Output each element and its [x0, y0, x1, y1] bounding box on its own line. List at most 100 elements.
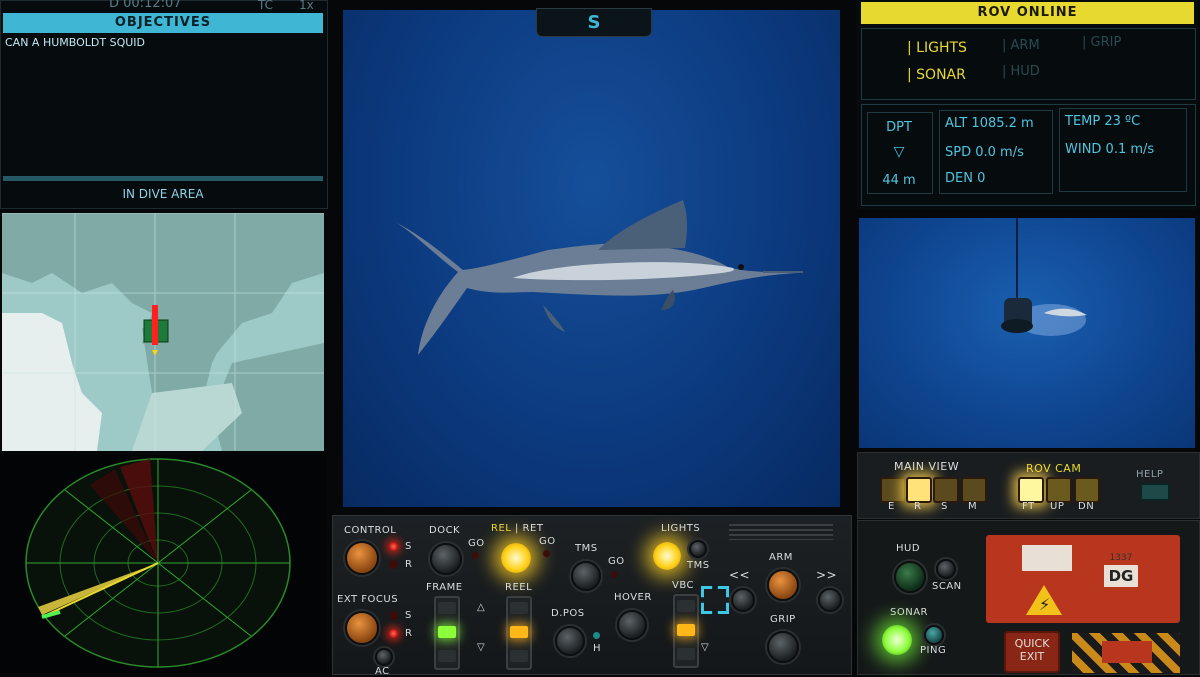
hover-label: HOVER: [614, 592, 652, 603]
warning-plate: 1337 DG ⚡: [986, 535, 1180, 623]
sonar-button[interactable]: [882, 625, 912, 655]
view-switch-panel: MAIN VIEW E R S M ROV CAM FT UP DN HELP: [857, 452, 1200, 519]
forward-label: >>: [816, 568, 838, 582]
reticle-knob[interactable]: [731, 588, 755, 612]
ping-knob[interactable]: [924, 625, 944, 645]
tc-label: TC: [258, 0, 274, 12]
rov-cam-image: [1001, 218, 1087, 336]
focus-s-lamp: [389, 611, 398, 620]
main-view-label: MAIN VIEW: [894, 460, 960, 473]
speaker-grille: [729, 524, 833, 540]
sonar-panel: [0, 455, 326, 673]
frame-up-icon: △: [477, 602, 486, 613]
arm-label: ARM: [769, 552, 793, 563]
dpos-label: D.POS: [551, 608, 585, 619]
vbc-down-icon: ▽: [701, 642, 710, 653]
scan-knob[interactable]: [936, 559, 956, 579]
counter-display: 1337: [1109, 553, 1133, 563]
mode-grip[interactable]: | GRIP: [1082, 35, 1121, 50]
speed: SPD 0.0 m/s: [945, 145, 1024, 160]
sonar-display: [25, 458, 291, 668]
mode-lights[interactable]: | LIGHTS: [907, 40, 967, 56]
forward-knob[interactable]: [818, 588, 842, 612]
control-s-label: S: [405, 541, 412, 552]
focus-r-lamp: [389, 629, 398, 638]
ext-focus-label: EXT FOCUS: [337, 594, 399, 605]
objective-item: CAN A HUMBOLDT SQUID: [5, 36, 145, 49]
dock-knob[interactable]: [430, 543, 462, 575]
target-reticle-icon: [701, 586, 729, 614]
depth-label: DPT: [886, 120, 912, 135]
rov-cam-dn-button[interactable]: [1074, 477, 1100, 503]
dpos-h-label: H: [593, 643, 602, 654]
reel-slider[interactable]: [506, 596, 532, 670]
mode-hud[interactable]: | HUD: [1002, 64, 1040, 79]
rov-panel: ROV ONLINE | LIGHTS | ARM | GRIP | SONAR…: [857, 0, 1198, 210]
objectives-title: OBJECTIVES: [3, 13, 323, 33]
mode-arm[interactable]: | ARM: [1002, 38, 1040, 53]
control-knob[interactable]: [345, 541, 379, 575]
main-view-s-button[interactable]: [933, 477, 959, 503]
dock-label: DOCK: [429, 525, 461, 536]
dock-go-label: GO: [468, 538, 485, 549]
ac-knob[interactable]: [375, 648, 393, 666]
ext-focus-knob[interactable]: [345, 611, 379, 645]
dpos-knob[interactable]: [555, 626, 585, 656]
control-console: CONTROL S R EXT FOCUS S R AC DOCK GO REL…: [332, 515, 852, 677]
main-view-e-button[interactable]: [880, 477, 906, 503]
vbc-slider[interactable]: [673, 594, 699, 668]
rov-cam-up-label: UP: [1050, 501, 1065, 512]
reel-label: REEL: [505, 582, 533, 593]
lights-tms-knob[interactable]: [689, 540, 707, 558]
rov-cam-label: ROV CAM: [1026, 462, 1082, 475]
focus-r-label: R: [405, 628, 413, 639]
warning-sticker: [1022, 545, 1072, 571]
main-camera-view[interactable]: [343, 10, 840, 507]
depth-value: 44 m: [882, 173, 916, 188]
vessel-marker: [152, 305, 158, 345]
dock-go-lamp: [472, 552, 479, 559]
compass: S: [536, 8, 652, 37]
main-view-m-button[interactable]: [961, 477, 987, 503]
lights-label: LIGHTS: [661, 523, 701, 534]
dive-area-status: IN DIVE AREA: [122, 187, 204, 201]
vbc-label: VBC: [672, 580, 695, 591]
map-panel[interactable]: [2, 213, 324, 451]
control-r-lamp: [389, 560, 398, 569]
rov-cam-up-button[interactable]: [1046, 477, 1072, 503]
altitude: ALT 1085.2 m: [945, 116, 1034, 131]
control-r-label: R: [405, 559, 413, 570]
quick-exit-label: QUICK EXIT: [1014, 637, 1050, 663]
rel-go-lamp: [543, 550, 550, 557]
frame-slider[interactable]: [434, 596, 460, 670]
main-view-m-label: M: [968, 501, 978, 512]
rel-ret-button[interactable]: [501, 543, 531, 573]
lights-button[interactable]: [653, 542, 681, 570]
sea-map: [2, 213, 324, 451]
quick-exit-button[interactable]: QUICK EXIT: [1004, 631, 1060, 673]
arm-knob[interactable]: [767, 569, 799, 601]
hud-knob[interactable]: [894, 561, 926, 593]
frame-label: FRAME: [426, 582, 463, 593]
bolt-icon: ⚡: [1039, 595, 1051, 614]
rov-cam-dn-label: DN: [1078, 501, 1095, 512]
grip-knob[interactable]: [767, 631, 799, 663]
lights-tms-label: TMS: [687, 560, 710, 571]
main-view-s-label: S: [941, 501, 948, 512]
ac-label: AC: [375, 666, 390, 677]
tms-knob[interactable]: [571, 561, 601, 591]
mode-sonar[interactable]: | SONAR: [907, 67, 966, 83]
main-view-r-label: R: [914, 501, 922, 512]
ret-label: | RET: [515, 523, 544, 534]
temperature: TEMP 23 ºC: [1065, 114, 1141, 129]
tms-label: TMS: [575, 543, 598, 554]
code-display: DG: [1104, 565, 1138, 587]
help-button[interactable]: [1140, 483, 1170, 501]
rel-label: REL: [491, 523, 512, 534]
wind: WIND 0.1 m/s: [1065, 142, 1155, 157]
density: DEN 0: [945, 171, 986, 186]
main-view-r-button[interactable]: [906, 477, 932, 503]
hover-knob[interactable]: [617, 610, 647, 640]
rov-camera-view[interactable]: [859, 218, 1195, 448]
rov-cam-ft-button[interactable]: [1018, 477, 1044, 503]
